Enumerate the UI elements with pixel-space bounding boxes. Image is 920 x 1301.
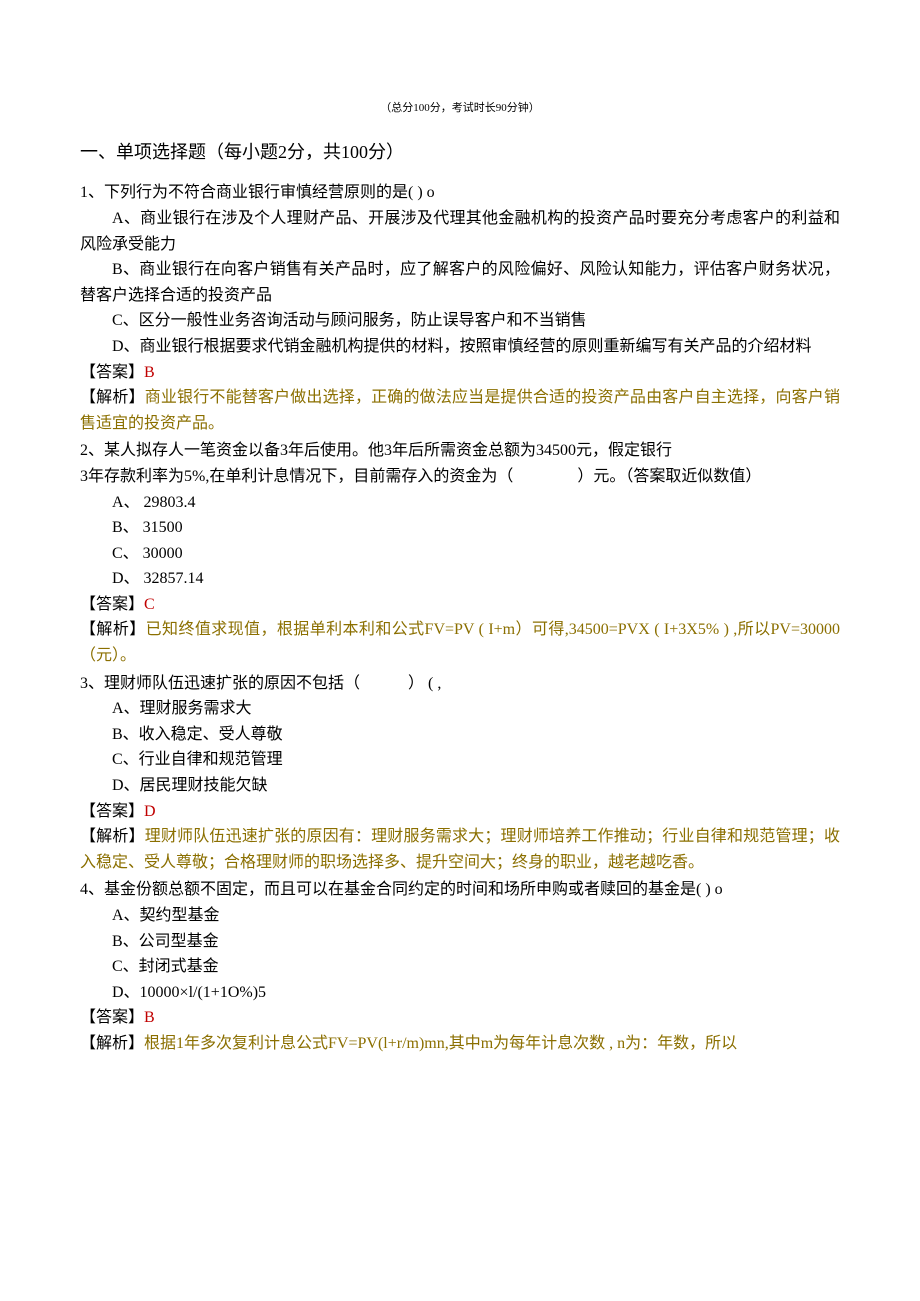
q3-analysis: 【解析】理财师队伍迅速扩张的原因有：理财服务需求大；理财师培养工作推动；行业自律… — [80, 824, 840, 875]
q1-stem: 1、下列行为不符合商业银行审慎经营原则的是( ) o — [80, 180, 840, 206]
q2-option-a: A、 29803.4 — [80, 490, 840, 516]
question-4: 4、基金份额总额不固定，而且可以在基金合同约定的时间和场所申购或者赎回的基金是(… — [80, 877, 840, 1056]
analysis-label: 【解析】 — [80, 828, 145, 845]
answer-label: 【答案】 — [80, 1009, 144, 1026]
question-2: 2、某人拟存人一笔资金以备3年后使用。他3年后所需资金总额为34500元，假定银… — [80, 438, 840, 668]
q4-answer: 【答案】B — [80, 1005, 840, 1031]
analysis-label: 【解析】 — [80, 621, 146, 638]
q4-option-c: C、封闭式基金 — [80, 954, 840, 980]
answer-label: 【答案】 — [80, 596, 144, 613]
q4-stem: 4、基金份额总额不固定，而且可以在基金合同约定的时间和场所申购或者赎回的基金是(… — [80, 877, 840, 903]
section-header: 一、单项选择题（每小题2分，共100分） — [80, 138, 840, 167]
q4-option-b: B、公司型基金 — [80, 929, 840, 955]
answer-label: 【答案】 — [80, 803, 144, 820]
q3-stem: 3、理财师队伍迅速扩张的原因不包括（ ） ( , — [80, 671, 840, 697]
analysis-text: 理财师队伍迅速扩张的原因有：理财服务需求大；理财师培养工作推动；行业自律和规范管… — [80, 828, 840, 871]
q3-option-c: C、行业自律和规范管理 — [80, 747, 840, 773]
q4-option-d: D、10000×l/(1+1O%)5 — [80, 980, 840, 1006]
q1-option-d: D、商业银行根据要求代销金融机构提供的材料，按照审慎经营的原则重新编写有关产品的… — [80, 334, 840, 360]
q1-option-b: B、商业银行在向客户销售有关产品时，应了解客户的风险偏好、风险认知能力，评估客户… — [80, 257, 840, 308]
q3-option-a: A、理财服务需求大 — [80, 696, 840, 722]
answer-value: B — [144, 364, 155, 381]
analysis-label: 【解析】 — [80, 389, 145, 406]
q2-analysis: 【解析】已知终值求现值，根据单利本利和公式FV=PV ( I+m）可得,3450… — [80, 617, 840, 668]
q3-option-b: B、收入稳定、受人尊敬 — [80, 722, 840, 748]
q2-stem-1: 2、某人拟存人一笔资金以备3年后使用。他3年后所需资金总额为34500元，假定银… — [80, 438, 840, 464]
analysis-text: 根据1年多次复利计息公式FV=PV(l+r/m)mn,其中m为每年计息次数 , … — [144, 1035, 737, 1052]
analysis-text: 商业银行不能替客户做出选择，正确的做法应当是提供合适的投资产品由客户自主选择，向… — [80, 389, 840, 432]
question-1: 1、下列行为不符合商业银行审慎经营原则的是( ) o A、商业银行在涉及个人理财… — [80, 180, 840, 436]
analysis-label: 【解析】 — [80, 1035, 144, 1052]
q2-option-b: B、 31500 — [80, 515, 840, 541]
answer-value: B — [144, 1009, 155, 1026]
q2-option-d: D、 32857.14 — [80, 566, 840, 592]
q4-analysis: 【解析】根据1年多次复利计息公式FV=PV(l+r/m)mn,其中m为每年计息次… — [80, 1031, 840, 1057]
q2-answer: 【答案】C — [80, 592, 840, 618]
q1-answer: 【答案】B — [80, 360, 840, 386]
question-3: 3、理财师队伍迅速扩张的原因不包括（ ） ( , A、理财服务需求大 B、收入稳… — [80, 671, 840, 876]
q4-option-a: A、契约型基金 — [80, 903, 840, 929]
answer-value: C — [144, 596, 155, 613]
q1-option-a: A、商业银行在涉及个人理财产品、开展涉及代理其他金融机构的投资产品时要充分考虑客… — [80, 206, 840, 257]
q2-stem-2: 3年存款利率为5%,在单利计息情况下，目前需存入的资金为（ ）元。（答案取近似数… — [80, 464, 840, 490]
answer-value: D — [144, 803, 156, 820]
q3-option-d: D、居民理财技能欠缺 — [80, 773, 840, 799]
exam-info: （总分100分，考试时长90分钟） — [80, 100, 840, 118]
q3-answer: 【答案】D — [80, 799, 840, 825]
q2-option-c: C、 30000 — [80, 541, 840, 567]
q1-analysis: 【解析】商业银行不能替客户做出选择，正确的做法应当是提供合适的投资产品由客户自主… — [80, 385, 840, 436]
q1-option-c: C、区分一般性业务咨询活动与顾问服务，防止误导客户和不当销售 — [80, 308, 840, 334]
analysis-text: 已知终值求现值，根据单利本利和公式FV=PV ( I+m）可得,34500=PV… — [80, 621, 840, 664]
answer-label: 【答案】 — [80, 364, 144, 381]
